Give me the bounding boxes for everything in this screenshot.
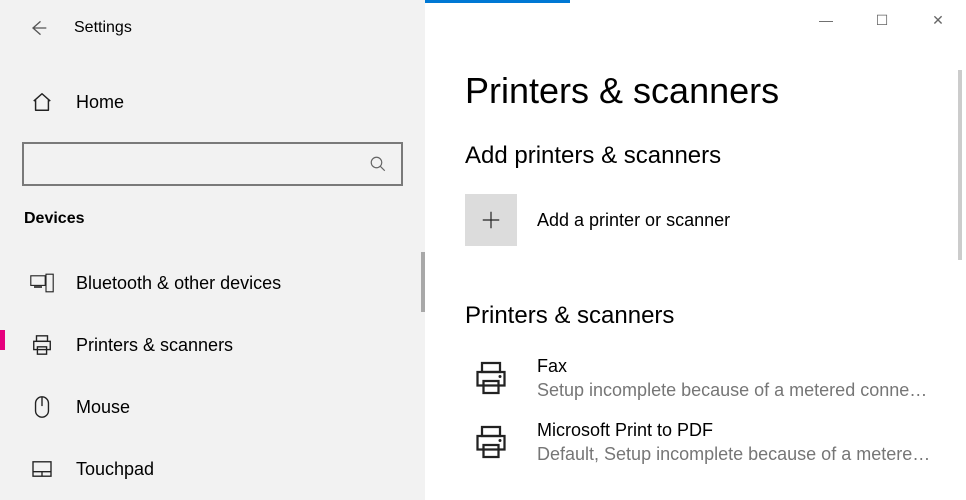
sidebar-header: Settings [0,0,425,56]
sidebar-item-mouse[interactable]: Mouse [0,376,425,438]
mouse-icon [30,395,54,419]
back-arrow-icon [28,18,48,38]
list-section-title: Printers & scanners [465,302,966,330]
search-input[interactable] [36,154,367,175]
device-name: Fax [537,354,952,378]
sidebar-item-label: Touchpad [76,459,154,480]
device-list: Fax Setup incomplete because of a metere… [465,354,966,482]
sidebar-home-label: Home [76,92,124,113]
sidebar-item-label: Mouse [76,397,130,418]
main-content: Printers & scanners Add printers & scann… [425,0,966,500]
device-row[interactable]: Microsoft Print to PDF Default, Setup in… [465,418,966,482]
add-button[interactable] [465,194,517,246]
page-title: Printers & scanners [465,70,966,112]
add-printer-row[interactable]: Add a printer or scanner [465,194,966,246]
device-subtitle: Setup incomplete because of a metered co… [537,378,952,402]
sidebar-section-label: Devices [0,186,425,234]
sidebar-item-label: Bluetooth & other devices [76,273,281,294]
printer-icon [465,354,517,402]
back-button[interactable] [26,16,50,40]
sidebar-item-printers[interactable]: Printers & scanners [0,314,425,376]
device-subtitle: Default, Setup incomplete because of a m… [537,442,952,466]
sidebar-item-touchpad[interactable]: Touchpad [0,438,425,500]
sidebar-nav: Bluetooth & other devices Printers & sca… [0,252,425,500]
home-icon [30,90,54,114]
device-row[interactable]: Fax Setup incomplete because of a metere… [465,354,966,418]
search-container [0,142,425,186]
sidebar: Settings Home Devices [0,0,425,500]
plus-icon [480,209,502,231]
touchpad-icon [30,457,54,481]
sidebar-item-label: Printers & scanners [76,335,233,356]
main-scrollbar-thumb[interactable] [958,70,962,260]
app-root: Settings Home Devices [0,0,966,500]
add-section-title: Add printers & scanners [465,142,966,170]
sidebar-item-bluetooth[interactable]: Bluetooth & other devices [0,252,425,314]
device-text: Fax Setup incomplete because of a metere… [537,354,966,402]
device-text: Microsoft Print to PDF Default, Setup in… [537,418,966,466]
bluetooth-devices-icon [30,271,54,295]
printer-icon [465,418,517,466]
device-name: Microsoft Print to PDF [537,418,952,442]
search-icon [367,155,389,173]
add-printer-label: Add a printer or scanner [537,210,730,231]
search-box[interactable] [22,142,403,186]
printer-icon [30,333,54,357]
sidebar-title: Settings [74,19,132,37]
sidebar-home[interactable]: Home [0,74,425,130]
